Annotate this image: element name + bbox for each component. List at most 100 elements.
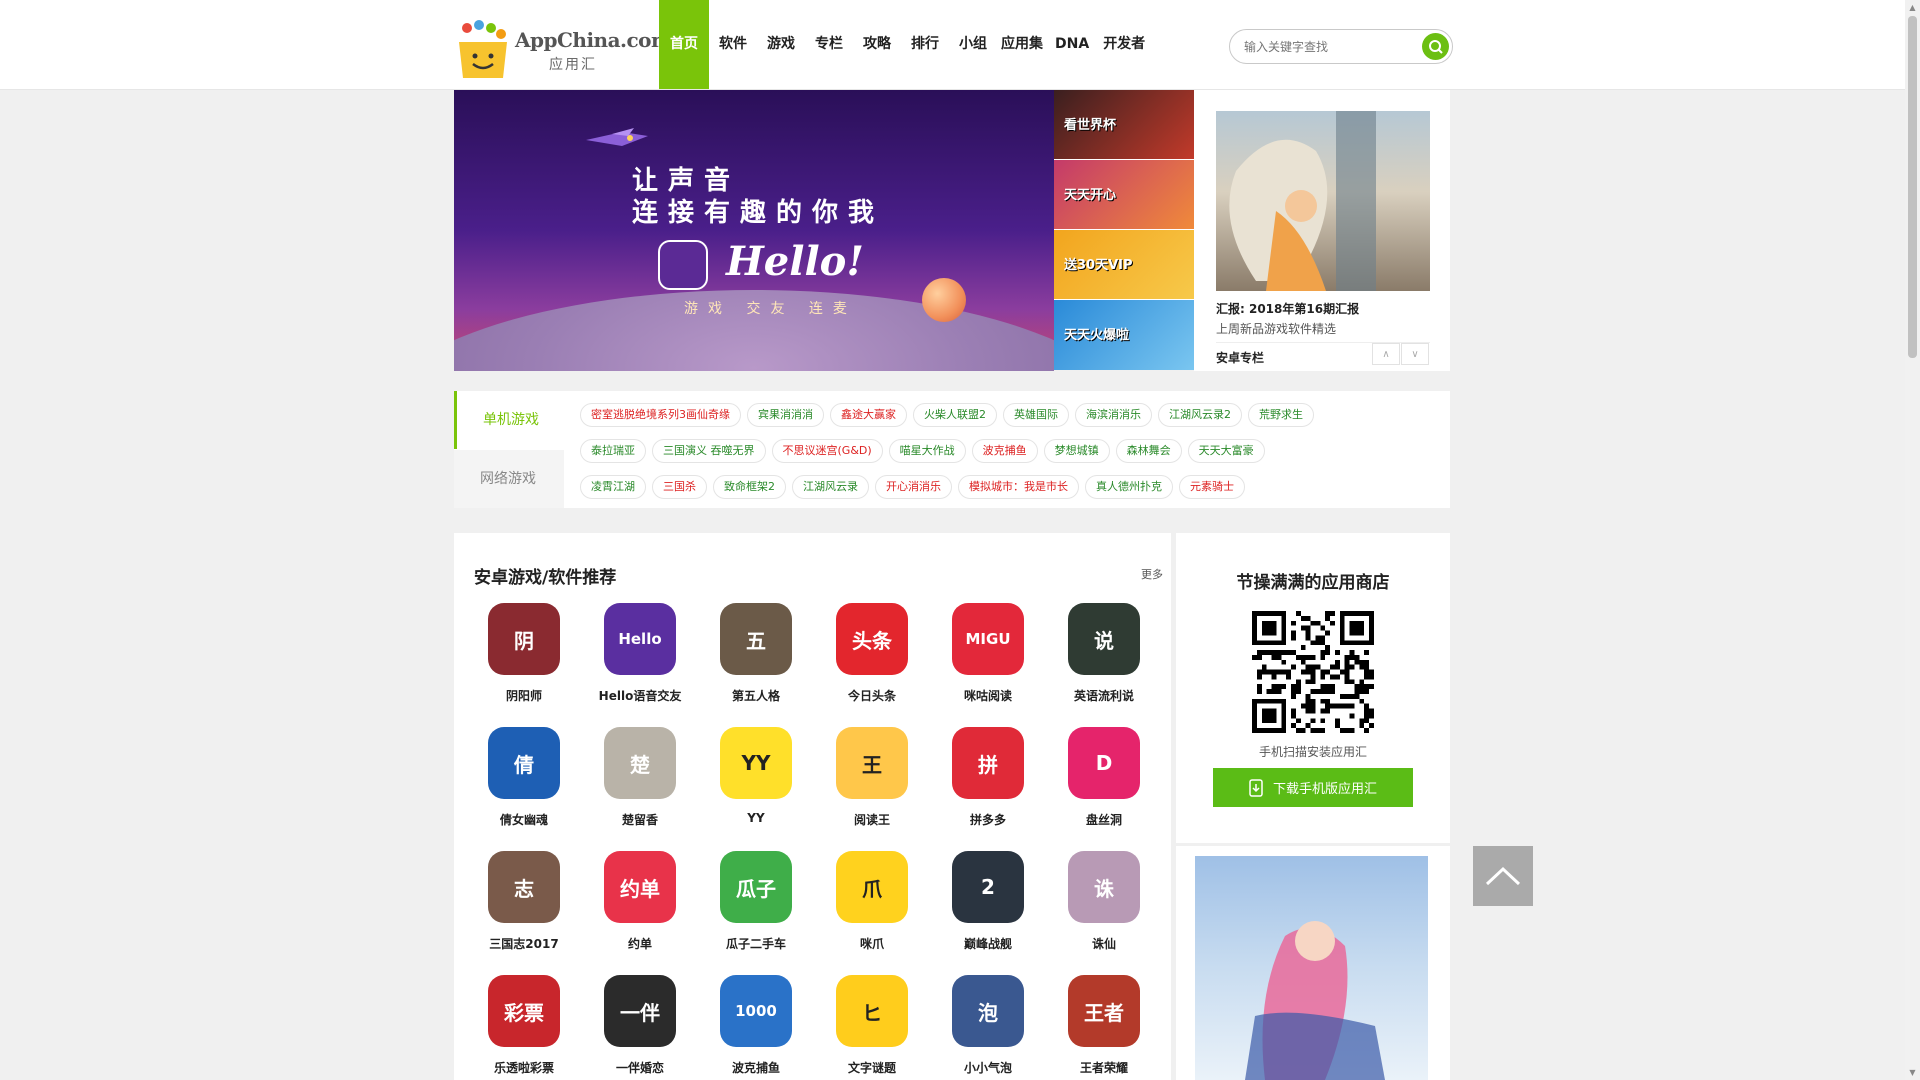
app-icon[interactable]: 一伴 xyxy=(604,975,676,1047)
app-name[interactable]: 拼多多 xyxy=(938,811,1038,828)
game-tag[interactable]: 英雄国际 xyxy=(1003,403,1069,427)
app-name[interactable]: 巅峰战舰 xyxy=(938,935,1038,952)
app-tile[interactable]: 拼拼多多 xyxy=(938,727,1038,828)
scroll-up-icon[interactable]: ▲ xyxy=(1905,0,1920,15)
more-link[interactable]: 更多 xyxy=(1141,566,1163,582)
app-tile[interactable]: YY YY xyxy=(706,727,806,825)
nav-groups[interactable]: 小组 xyxy=(949,0,997,89)
app-tile[interactable]: D 盘丝洞 xyxy=(1054,727,1154,828)
scrollbar-thumb[interactable] xyxy=(1908,16,1917,358)
app-name[interactable]: 咪咕阅读 xyxy=(938,687,1038,704)
feature-tag[interactable]: 安卓专栏 xyxy=(1216,349,1264,366)
app-name[interactable]: Hello语音交友 xyxy=(590,687,690,704)
feature-title[interactable]: 汇报: 2018年第16期汇报 xyxy=(1216,300,1359,317)
game-tag[interactable]: 模拟城市：我是市长 xyxy=(958,475,1079,499)
app-tile[interactable]: 五第五人格 xyxy=(706,603,806,704)
app-name[interactable]: 王者荣耀 xyxy=(1054,1059,1154,1076)
search-input[interactable] xyxy=(1244,36,1414,58)
app-icon[interactable]: 楚 xyxy=(604,727,676,799)
app-tile[interactable]: 志三国志2017 xyxy=(474,851,574,952)
game-tag[interactable]: 波克捕鱼 xyxy=(971,439,1038,463)
nav-home[interactable]: 首页 xyxy=(659,0,709,89)
hero-banner[interactable]: 让声音 连接有趣的你我 Hello! 游戏 交友 连麦 xyxy=(454,90,1054,371)
app-tile[interactable]: 楚楚留香 xyxy=(590,727,690,828)
game-tag[interactable]: 荒野求生 xyxy=(1248,403,1314,427)
game-tag[interactable]: 江湖风云录 xyxy=(792,475,869,499)
nav-columns[interactable]: 专栏 xyxy=(805,0,853,89)
nav-games[interactable]: 游戏 xyxy=(757,0,805,89)
game-tag[interactable]: 海滨消消乐 xyxy=(1075,403,1152,427)
app-tile[interactable]: 头条 今日头条 xyxy=(822,603,922,704)
app-icon[interactable]: 约单 xyxy=(604,851,676,923)
nav-software[interactable]: 软件 xyxy=(709,0,757,89)
page-scrollbar[interactable]: ▲ ▼ xyxy=(1905,0,1920,1080)
app-icon[interactable]: 头条 xyxy=(836,603,908,675)
app-icon[interactable]: Hello xyxy=(604,603,676,675)
app-tile[interactable]: 瓜子 瓜子二手车 xyxy=(706,851,806,952)
nav-app-collections[interactable]: 应用集 xyxy=(997,0,1047,89)
tab-single-player-games[interactable]: 单机游戏 xyxy=(454,391,564,449)
app-tile[interactable]: 1000 波克捕鱼 xyxy=(706,975,806,1076)
app-name[interactable]: 乐透啦彩票 xyxy=(474,1059,574,1076)
app-icon[interactable]: 五 xyxy=(720,603,792,675)
game-tag[interactable]: 元素骑士 xyxy=(1179,475,1245,499)
app-icon[interactable]: YY xyxy=(720,727,792,799)
app-name[interactable]: 倩女幽魂 xyxy=(474,811,574,828)
nav-rankings[interactable]: 排行 xyxy=(901,0,949,89)
banner-thumb-3[interactable]: 送30天VIP xyxy=(1054,230,1194,300)
app-icon[interactable]: 说 xyxy=(1068,603,1140,675)
nav-developers[interactable]: 开发者 xyxy=(1097,0,1151,89)
feature-image[interactable] xyxy=(1216,111,1430,291)
chevron-up-icon[interactable]: ∧ xyxy=(1372,343,1400,365)
game-tag[interactable]: 江湖风云录2 xyxy=(1158,403,1242,427)
nav-dna[interactable]: DNA xyxy=(1047,0,1097,89)
app-name[interactable]: 盘丝洞 xyxy=(1054,811,1154,828)
app-name[interactable]: YY xyxy=(706,811,806,825)
chevron-down-icon[interactable]: ∨ xyxy=(1401,343,1429,365)
app-tile[interactable]: 泡小小气泡 xyxy=(938,975,1038,1076)
app-icon[interactable]: 泡 xyxy=(952,975,1024,1047)
app-tile[interactable]: 一伴 一伴婚恋 xyxy=(590,975,690,1076)
app-tile[interactable]: 爪咪爪 xyxy=(822,851,922,952)
game-tag[interactable]: 天天大富豪 xyxy=(1187,439,1265,463)
app-tile[interactable]: 阴阴阳师 xyxy=(474,603,574,704)
app-icon[interactable]: 1000 xyxy=(720,975,792,1047)
app-name[interactable]: 今日头条 xyxy=(822,687,922,704)
app-name[interactable]: 小小气泡 xyxy=(938,1059,1038,1076)
game-tag[interactable]: 真人德州扑克 xyxy=(1085,475,1173,499)
site-logo[interactable]: AppChina.com 应用汇 xyxy=(455,10,672,80)
scroll-down-icon[interactable]: ▼ xyxy=(1905,1065,1920,1080)
app-icon[interactable]: 爪 xyxy=(836,851,908,923)
search-button[interactable] xyxy=(1422,33,1449,60)
banner-thumb-1[interactable]: 看世界杯 xyxy=(1054,90,1194,160)
app-icon[interactable]: 彩票 xyxy=(488,975,560,1047)
app-icon[interactable]: 志 xyxy=(488,851,560,923)
app-name[interactable]: 诛仙 xyxy=(1054,935,1154,952)
app-name[interactable]: 约单 xyxy=(590,935,690,952)
app-name[interactable]: 第五人格 xyxy=(706,687,806,704)
game-tag[interactable]: 梦想城镇 xyxy=(1043,439,1110,463)
app-icon[interactable]: 拼 xyxy=(952,727,1024,799)
game-tag[interactable]: 火柴人联盟2 xyxy=(913,403,997,427)
app-tile[interactable]: 倩倩女幽魂 xyxy=(474,727,574,828)
banner-thumb-2[interactable]: 天天开心 xyxy=(1054,160,1194,230)
app-name[interactable]: 一伴婚恋 xyxy=(590,1059,690,1076)
app-icon[interactable]: 阴 xyxy=(488,603,560,675)
game-tag[interactable]: 三国演义 吞噬无界 xyxy=(652,439,766,463)
app-name[interactable]: 三国志2017 xyxy=(474,935,574,952)
app-tile[interactable]: 说英语流利说 xyxy=(1054,603,1154,704)
app-icon[interactable]: 倩 xyxy=(488,727,560,799)
app-icon[interactable]: 2 xyxy=(952,851,1024,923)
app-tile[interactable]: 王者 王者荣耀 xyxy=(1054,975,1154,1076)
banner-thumb-4[interactable]: 天天火爆啦 xyxy=(1054,300,1194,370)
app-name[interactable]: 咪爪 xyxy=(822,935,922,952)
game-tag[interactable]: 鑫途大赢家 xyxy=(830,403,907,427)
tab-online-games[interactable]: 网络游戏 xyxy=(454,450,564,508)
app-name[interactable]: 阅读王 xyxy=(822,811,922,828)
app-icon[interactable]: MIGU xyxy=(952,603,1024,675)
app-name[interactable]: 瓜子二手车 xyxy=(706,935,806,952)
app-name[interactable]: 文字谜题 xyxy=(822,1059,922,1076)
game-tag[interactable]: 泰拉瑞亚 xyxy=(580,439,646,463)
game-tag[interactable]: 凌霄江湖 xyxy=(580,475,646,499)
game-tag[interactable]: 喵星大作战 xyxy=(888,439,966,463)
